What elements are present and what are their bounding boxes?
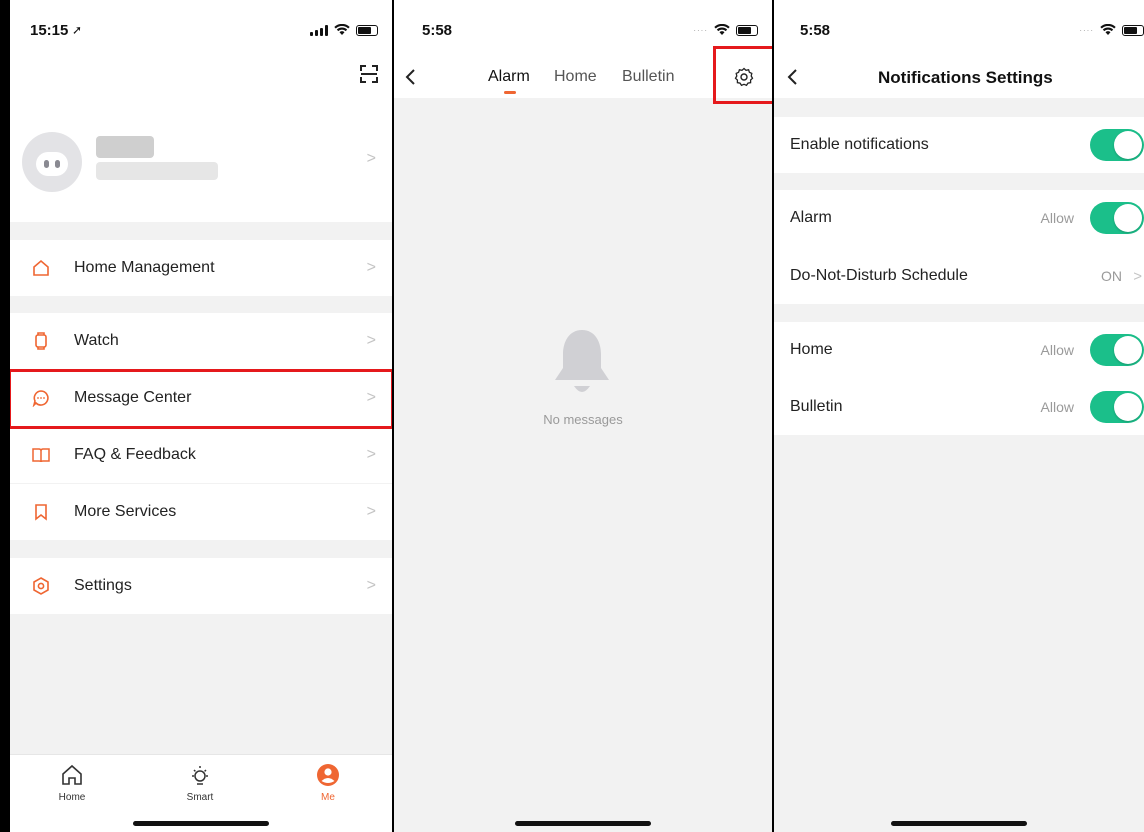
- bulletin-row: Bulletin Allow: [774, 379, 1144, 435]
- blurred-account: [96, 162, 218, 180]
- chevron-right-icon: >: [366, 446, 376, 463]
- active-tab-indicator: [504, 91, 516, 94]
- tab-me[interactable]: Me: [288, 763, 368, 803]
- watch-icon: [35, 332, 47, 350]
- menu-item-label: Settings: [74, 577, 132, 594]
- menu-item-label: Home Management: [74, 259, 215, 276]
- tab-label: Alarm: [488, 68, 530, 85]
- signal-dots-icon: ····: [693, 25, 708, 35]
- menu-item-label: FAQ & Feedback: [74, 446, 196, 463]
- home-indicator: [133, 821, 269, 826]
- status-time: 5:58: [422, 22, 453, 39]
- alarm-toggle[interactable]: [1090, 202, 1144, 234]
- tab-label: Smart: [186, 792, 214, 803]
- notifications-settings-screen: 5:58 ···· Notifications Settings Enable …: [774, 0, 1144, 832]
- bulletin-toggle[interactable]: [1090, 391, 1144, 423]
- row-value: ON: [1101, 268, 1122, 284]
- settings-hexagon-icon: [33, 577, 49, 595]
- row-label: Home: [790, 341, 833, 358]
- row-label: Alarm: [790, 209, 832, 226]
- tab-label: Home: [58, 792, 86, 803]
- enable-notifications-toggle[interactable]: [1090, 129, 1144, 161]
- tab-home[interactable]: Home: [32, 763, 112, 803]
- cellular-signal-icon: [310, 24, 328, 36]
- menu-item-faq-feedback[interactable]: FAQ & Feedback >: [10, 427, 392, 483]
- row-label: Enable notifications: [790, 136, 929, 153]
- tab-label: Bulletin: [622, 68, 675, 85]
- alarm-row: Alarm Allow: [774, 190, 1144, 246]
- status-icons: ····: [1079, 24, 1144, 36]
- chevron-right-icon: >: [366, 259, 376, 276]
- scan-icon[interactable]: [359, 64, 379, 84]
- chevron-right-icon: >: [366, 332, 376, 349]
- book-icon: [32, 448, 50, 463]
- menu-item-more-services[interactable]: More Services >: [10, 484, 392, 540]
- battery-icon: [356, 24, 378, 36]
- row-value: Allow: [1040, 342, 1074, 358]
- signal-dots-icon: ····: [1079, 25, 1094, 35]
- wifi-icon: [334, 24, 350, 35]
- wifi-icon: [714, 24, 730, 35]
- row-label: Bulletin: [790, 398, 843, 415]
- row-label: Do-Not-Disturb Schedule: [790, 267, 968, 284]
- wifi-icon: [1100, 24, 1116, 35]
- back-icon[interactable]: [786, 68, 800, 86]
- page-title: Notifications Settings: [878, 68, 1053, 87]
- status-time: 15:15: [30, 22, 69, 39]
- highlight-box-message-center: [10, 369, 392, 429]
- bell-icon: [555, 330, 609, 392]
- tab-bulletin[interactable]: Bulletin: [622, 68, 674, 86]
- tab-alarm[interactable]: Alarm: [488, 68, 530, 94]
- sun-icon: [192, 766, 208, 785]
- status-icons: [310, 24, 378, 36]
- menu-item-label: Watch: [74, 332, 119, 349]
- status-time: 5:58: [800, 22, 831, 39]
- blurred-username: [96, 136, 154, 158]
- empty-state-text: No messages: [543, 412, 623, 427]
- home-outline-icon: [33, 259, 49, 276]
- me-screen: 15:15 ➚ > Home Management > Watch > Mess…: [10, 0, 392, 832]
- status-bar: 15:15 ➚: [10, 0, 392, 50]
- avatar: [22, 132, 82, 192]
- status-icons: ····: [693, 24, 758, 36]
- tab-home[interactable]: Home: [554, 68, 597, 86]
- home-indicator: [515, 821, 651, 826]
- menu-item-watch[interactable]: Watch >: [10, 313, 392, 369]
- back-icon[interactable]: [404, 68, 418, 86]
- tab-smart[interactable]: Smart: [160, 763, 240, 803]
- battery-icon: [736, 24, 758, 36]
- battery-icon: [1122, 24, 1144, 36]
- menu-item-label: More Services: [74, 503, 177, 520]
- home-tab-icon: [62, 764, 82, 785]
- menu-item-home-management[interactable]: Home Management >: [10, 240, 392, 296]
- row-value: Allow: [1040, 210, 1074, 226]
- bottom-tab-bar: Home Smart Me: [10, 754, 392, 832]
- chevron-right-icon: >: [366, 503, 376, 520]
- home-indicator: [891, 821, 1027, 826]
- menu-item-settings[interactable]: Settings >: [10, 558, 392, 614]
- chevron-right-icon: >: [366, 577, 376, 594]
- home-toggle[interactable]: [1090, 334, 1144, 366]
- dnd-schedule-row[interactable]: Do-Not-Disturb Schedule ON >: [774, 248, 1144, 304]
- tab-label: Home: [554, 68, 597, 85]
- chevron-right-icon: >: [366, 150, 376, 167]
- highlight-box-settings: [713, 46, 772, 104]
- tab-label: Me: [321, 792, 335, 803]
- message-center-screen: 5:58 ···· Alarm Home Bulletin No message…: [394, 0, 772, 832]
- user-profile-icon: [317, 764, 339, 786]
- location-arrow-icon: ➚: [72, 23, 83, 37]
- profile-row[interactable]: >: [10, 120, 392, 202]
- row-value: Allow: [1040, 399, 1074, 415]
- chevron-right-icon: >: [1133, 267, 1142, 285]
- bookmark-icon: [35, 504, 47, 521]
- enable-notifications-row: Enable notifications: [774, 117, 1144, 173]
- home-row: Home Allow: [774, 322, 1144, 378]
